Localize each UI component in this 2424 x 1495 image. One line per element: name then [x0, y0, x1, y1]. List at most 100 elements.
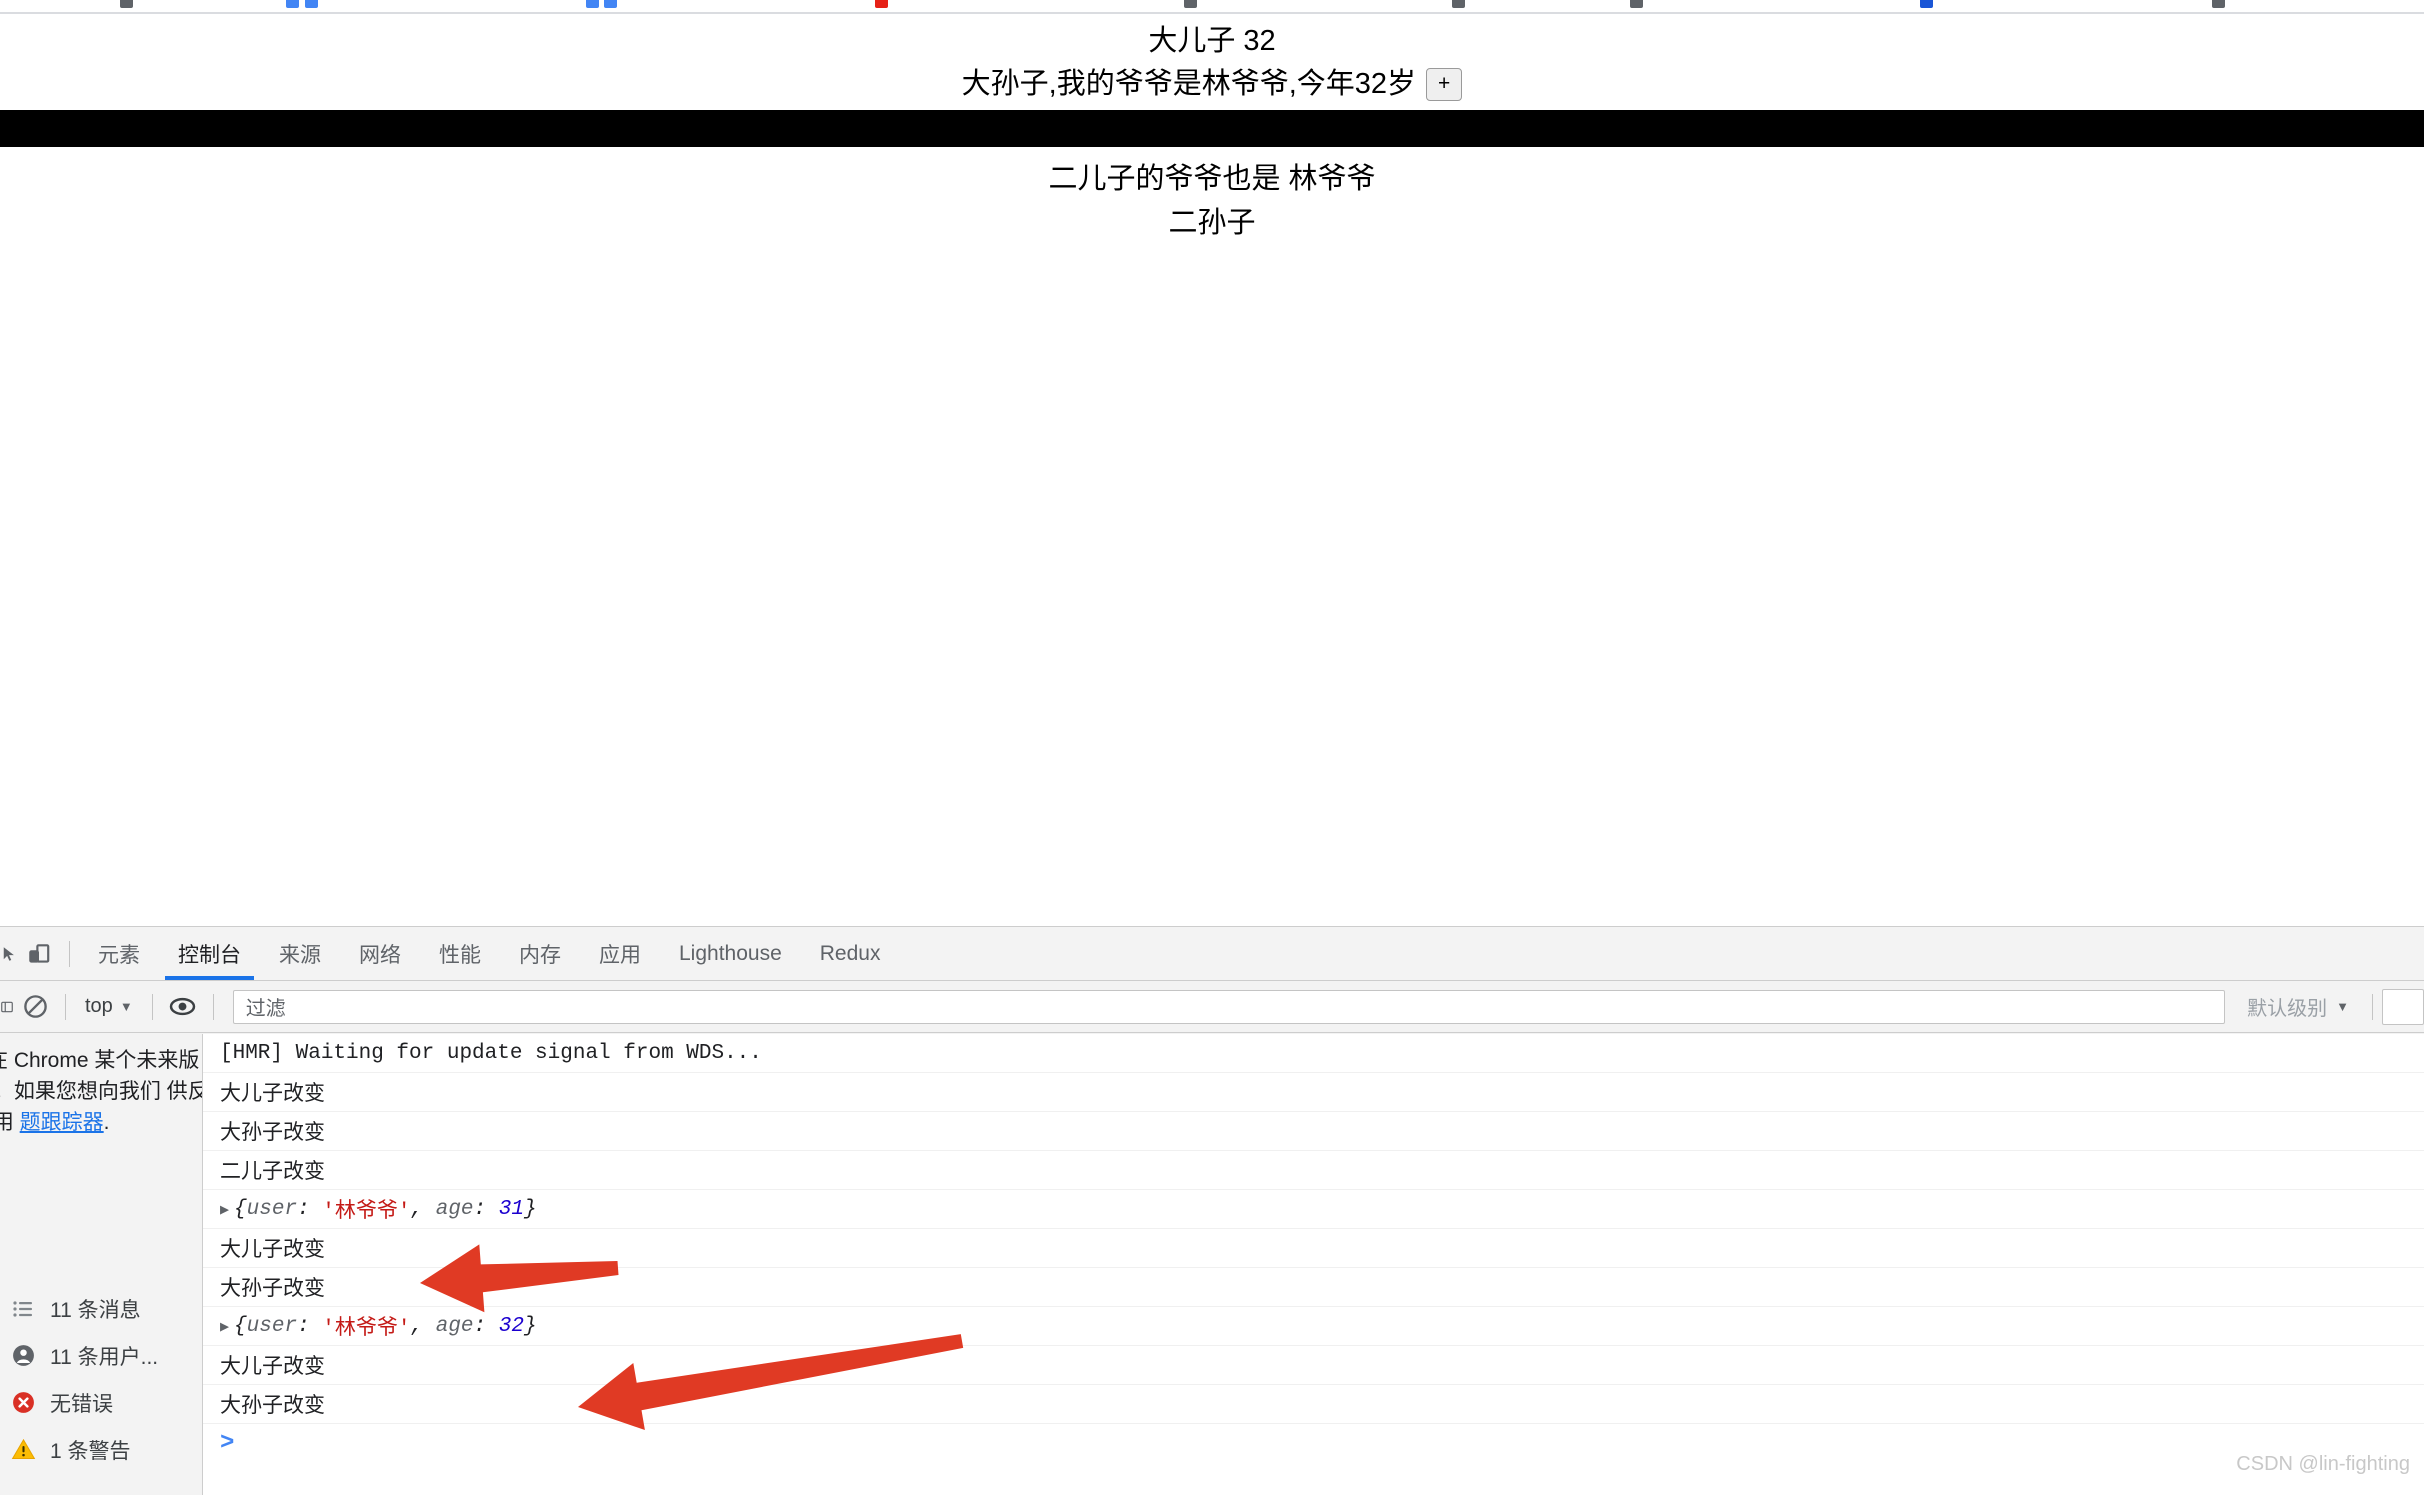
console-object-preview: ▶{user: '林爷爷', age: 32}	[220, 1311, 537, 1342]
console-message-row-object[interactable]: ▶{user: '林爷爷', age: 31}	[203, 1190, 2424, 1229]
console-message-text: [HMR] Waiting for update signal from WDS…	[220, 1041, 762, 1065]
favicon-8[interactable]	[1452, 0, 1465, 8]
sidebar-notice-suffix: .	[103, 1110, 110, 1134]
console-message-text: 大孙子改变	[220, 1394, 325, 1417]
toolbar-separator-2	[151, 993, 153, 1020]
favicon-7[interactable]	[1184, 0, 1197, 8]
execution-context-selector[interactable]: top ▼	[75, 995, 143, 1018]
page-viewport: 大儿子 32 大孙子,我的爷爷是林爷爷,今年32岁 + 二儿子的爷爷也是 林爷爷…	[0, 14, 2424, 926]
console-message-text: 大儿子改变	[220, 1238, 325, 1261]
console-prompt[interactable]: >	[203, 1424, 2424, 1463]
prompt-chevron-icon: >	[220, 1430, 235, 1457]
favicon-4[interactable]	[586, 0, 599, 8]
page-text-line-3: 二儿子的爷爷也是 林爷爷	[1048, 163, 1376, 196]
object-key-1: user	[246, 1314, 298, 1338]
console-sidebar-summary: 11 条消息 11 条用户... 无错误 1 条警告	[0, 1285, 202, 1473]
log-level-selector[interactable]: 默认级别 ▼	[2233, 992, 2363, 1021]
user-messages-person-icon	[10, 1343, 36, 1369]
tab-network[interactable]: 网络	[340, 927, 420, 980]
issue-tracker-link[interactable]: 题跟踪器	[20, 1111, 104, 1134]
chevron-down-icon: ▼	[119, 999, 133, 1014]
object-value-2: 32	[498, 1314, 524, 1338]
tab-lighthouse[interactable]: Lighthouse	[660, 927, 801, 980]
console-message-text: 大儿子改变	[220, 1355, 325, 1378]
toolbar-separator-1	[65, 993, 66, 1020]
error-icon	[10, 1390, 36, 1416]
favicon-11[interactable]	[2212, 0, 2225, 8]
csdn-watermark: CSDN @lin-fighting	[2236, 1453, 2410, 1475]
tab-elements[interactable]: 元素	[79, 927, 159, 980]
object-key-2: age	[435, 1197, 474, 1221]
messages-list-icon	[10, 1296, 36, 1322]
console-message-row[interactable]: 大儿子改变	[203, 1073, 2424, 1112]
sidebar-item-messages-label: 11 条消息	[50, 1298, 141, 1322]
tab-performance[interactable]: 性能	[420, 927, 500, 980]
tab-redux[interactable]: Redux	[801, 927, 900, 980]
object-value-1: '林爷爷'	[322, 1201, 411, 1224]
sidebar-item-warnings-label: 1 条警告	[50, 1439, 131, 1463]
tab-console[interactable]: 控制台	[159, 927, 260, 980]
page-text-line-4: 二孙子	[1168, 206, 1256, 239]
favicon-2[interactable]	[286, 0, 299, 8]
sidebar-deprecation-notice: 边栏会在 Chrome 某个未来版本中移 。如果您想向我们 供反馈,请使用 题跟…	[0, 1046, 202, 1139]
console-message-text: 大孙子改变	[220, 1121, 325, 1144]
tab-application[interactable]: 应用	[580, 927, 660, 980]
page-text-line-2-row: 大孙子,我的爷爷是林爷爷,今年32岁 +	[0, 64, 2424, 105]
sidebar-item-errors[interactable]: 无错误	[0, 1379, 202, 1426]
execution-context-value: top	[85, 995, 113, 1017]
favicon-10[interactable]	[1920, 0, 1933, 8]
console-message-text: 大孙子改变	[220, 1277, 325, 1300]
console-filter-input[interactable]: 过滤	[232, 989, 2226, 1024]
console-message-row-object[interactable]: ▶{user: '林爷爷', age: 32}	[203, 1307, 2424, 1346]
sidebar-item-messages[interactable]: 11 条消息	[0, 1285, 202, 1332]
console-message-row[interactable]: 大孙子改变	[203, 1112, 2424, 1151]
tab-bar-separator	[69, 940, 70, 967]
console-message-row[interactable]: [HMR] Waiting for update signal from WDS…	[203, 1034, 2424, 1073]
favicon-1[interactable]	[120, 0, 133, 8]
console-sidebar-toggle-icon[interactable]	[0, 986, 14, 1028]
object-value-2: 31	[498, 1197, 524, 1221]
favicon-3[interactable]	[305, 0, 318, 8]
console-toolbar: top ▼ 过滤 默认级别 ▼	[0, 981, 2424, 1033]
inspect-element-icon[interactable]	[0, 933, 18, 975]
console-object-preview: ▶{user: '林爷爷', age: 31}	[220, 1194, 537, 1225]
object-value-1: '林爷爷'	[322, 1318, 411, 1341]
page-text-line-1: 大儿子 32	[1148, 25, 1276, 57]
log-level-value: 默认级别	[2247, 998, 2328, 1020]
console-message-row[interactable]: 大孙子改变	[203, 1268, 2424, 1307]
clear-console-icon[interactable]	[14, 986, 56, 1028]
sidebar-item-user-messages[interactable]: 11 条用户...	[0, 1332, 202, 1379]
increment-age-button[interactable]: +	[1426, 68, 1463, 102]
object-key-2: age	[435, 1314, 474, 1338]
sidebar-item-errors-label: 无错误	[50, 1392, 113, 1416]
sidebar-item-warnings[interactable]: 1 条警告	[0, 1426, 202, 1473]
console-sidebar: 边栏会在 Chrome 某个未来版本中移 。如果您想向我们 供反馈,请使用 题跟…	[0, 1034, 203, 1495]
sidebar-item-user-messages-label: 11 条用户...	[50, 1345, 159, 1369]
device-toolbar-icon[interactable]	[18, 933, 60, 975]
object-key-1: user	[246, 1197, 298, 1221]
favicon-9[interactable]	[1630, 0, 1643, 8]
toolbar-separator-4	[2372, 993, 2373, 1020]
toolbar-separator-3	[212, 993, 214, 1020]
settings-overflow-button[interactable]	[2382, 988, 2424, 1025]
black-divider-bar	[0, 110, 2424, 148]
expand-object-triangle-icon[interactable]: ▶	[220, 1200, 229, 1219]
favicon-youtube[interactable]	[875, 0, 888, 8]
console-message-row[interactable]: 大儿子改变	[203, 1346, 2424, 1385]
live-expression-eye-icon[interactable]	[162, 986, 204, 1028]
console-message-row[interactable]: 大儿子改变	[203, 1229, 2424, 1268]
tab-sources[interactable]: 来源	[260, 927, 340, 980]
chevron-down-icon-level: ▼	[2336, 999, 2349, 1014]
browser-bookmark-bar[interactable]	[0, 0, 2424, 14]
console-message-row[interactable]: 大孙子改变	[203, 1385, 2424, 1424]
console-message-row[interactable]: 二儿子改变	[203, 1151, 2424, 1190]
console-message-list[interactable]: [HMR] Waiting for update signal from WDS…	[203, 1034, 2424, 1495]
favicon-5[interactable]	[604, 0, 617, 8]
expand-object-triangle-icon[interactable]: ▶	[220, 1317, 229, 1336]
tab-memory[interactable]: 内存	[500, 927, 580, 980]
warning-icon	[10, 1437, 36, 1463]
devtools-panel: 元素 控制台 来源 网络 性能 内存 应用 Lighthouse Redux t…	[0, 926, 2424, 1495]
page-text-line-2: 大孙子,我的爷爷是林爷爷,今年32岁	[961, 68, 1417, 101]
console-message-text: 大儿子改变	[220, 1082, 325, 1105]
console-message-text: 二儿子改变	[220, 1160, 325, 1183]
